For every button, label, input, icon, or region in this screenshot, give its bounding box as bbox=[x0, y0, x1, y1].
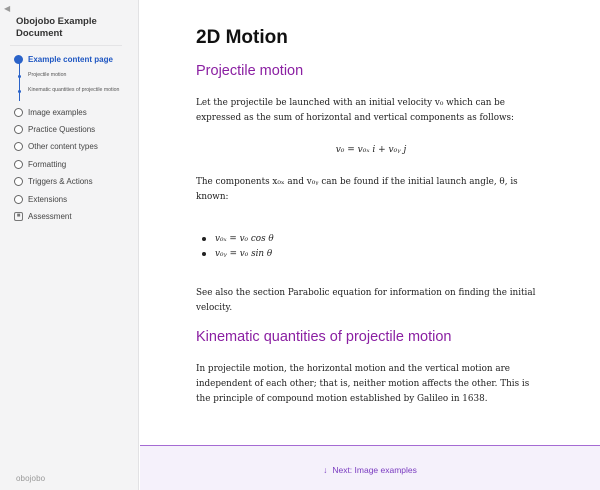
nav-dot-icon bbox=[14, 125, 23, 134]
nav-item-assessment[interactable]: ■ Assessment bbox=[14, 212, 72, 221]
formula-text: v₀ᵧ = v₀ sin θ bbox=[215, 248, 273, 259]
nav-item-example-content-page[interactable]: Example content page bbox=[14, 55, 113, 64]
nav-item-label: Example content page bbox=[28, 55, 113, 64]
document-title: Obojobo Example Document bbox=[16, 16, 97, 39]
nav-subitem-kinematic-quantities[interactable]: Kinematic quantities of projectile motio… bbox=[18, 87, 120, 94]
list-item: v₀ᵧ = v₀ sin θ bbox=[202, 246, 274, 261]
page-footer: ↓ Next: Image examples bbox=[140, 445, 600, 490]
paragraph-components: The components x₀ₓ and v₀ᵧ can be found … bbox=[196, 177, 518, 202]
paragraph-compound-motion: In projectile motion, the horizontal mot… bbox=[196, 364, 530, 404]
nav-item-label: Triggers & Actions bbox=[28, 177, 93, 186]
list-item: v₀ₓ = v₀ cos θ bbox=[202, 231, 274, 246]
nav-dot-icon bbox=[14, 142, 23, 151]
nav-dot-icon bbox=[14, 160, 23, 169]
nav-item-label: Assessment bbox=[28, 212, 72, 221]
next-page-button[interactable]: ↓ Next: Image examples bbox=[140, 465, 600, 475]
nav-progress-line bbox=[19, 60, 20, 101]
nav-subitem-label: Projectile motion bbox=[28, 72, 67, 78]
page-title: 2D Motion bbox=[196, 27, 288, 48]
subitem-dot-icon bbox=[18, 90, 21, 93]
paragraph-see-also: See also the section Parabolic equation … bbox=[196, 288, 536, 313]
subitem-dot-icon bbox=[18, 75, 21, 78]
nav-dot-icon bbox=[14, 55, 23, 64]
formula-text: v₀ₓ = v₀ cos θ bbox=[215, 233, 274, 244]
nav-item-label: Practice Questions bbox=[28, 125, 96, 134]
content-area: 2D Motion Projectile motion Let the proj… bbox=[140, 0, 600, 490]
nav-subitem-projectile-motion[interactable]: Projectile motion bbox=[18, 72, 120, 79]
nav-item-triggers-actions[interactable]: Triggers & Actions bbox=[14, 177, 93, 186]
paragraph-initial-velocity: Let the projectile be launched with an i… bbox=[196, 98, 515, 123]
nav-item-image-examples[interactable]: Image examples bbox=[14, 108, 87, 117]
nav-dot-icon bbox=[14, 177, 23, 186]
nav-item-label: Image examples bbox=[28, 108, 87, 117]
nav-item-other-content-types[interactable]: Other content types bbox=[14, 142, 98, 151]
nav-subitem-label: Kinematic quantities of projectile motio… bbox=[28, 87, 120, 93]
lock-icon: ■ bbox=[14, 212, 23, 221]
section-heading-kinematic-quantities: Kinematic quantities of projectile motio… bbox=[196, 329, 452, 345]
next-page-label: Next: Image examples bbox=[332, 465, 417, 475]
sidebar: ◀ Obojobo Example Document Example conte… bbox=[0, 0, 139, 490]
nav-item-formatting[interactable]: Formatting bbox=[14, 160, 66, 169]
nav-item-extensions[interactable]: Extensions bbox=[14, 195, 67, 204]
title-divider bbox=[10, 45, 122, 46]
nav-item-label: Extensions bbox=[28, 195, 68, 204]
nav-dot-icon bbox=[14, 108, 23, 117]
component-formulas-list: v₀ₓ = v₀ cos θ v₀ᵧ = v₀ sin θ bbox=[202, 231, 274, 261]
obojobo-logo: obojobo bbox=[16, 474, 46, 483]
arrow-down-icon: ↓ bbox=[323, 465, 328, 475]
section-heading-projectile-motion: Projectile motion bbox=[196, 63, 304, 79]
nav-item-practice-questions[interactable]: Practice Questions bbox=[14, 125, 95, 134]
nav-item-label: Formatting bbox=[28, 160, 67, 169]
bullet-icon bbox=[202, 236, 206, 241]
nav-item-label: Other content types bbox=[28, 142, 98, 151]
nav-dot-icon bbox=[14, 195, 23, 204]
collapse-sidebar-icon[interactable]: ◀ bbox=[4, 4, 14, 14]
bullet-icon bbox=[202, 251, 206, 256]
velocity-equation: v₀ = v₀ₓ i + v₀ᵧ j bbox=[335, 145, 407, 155]
